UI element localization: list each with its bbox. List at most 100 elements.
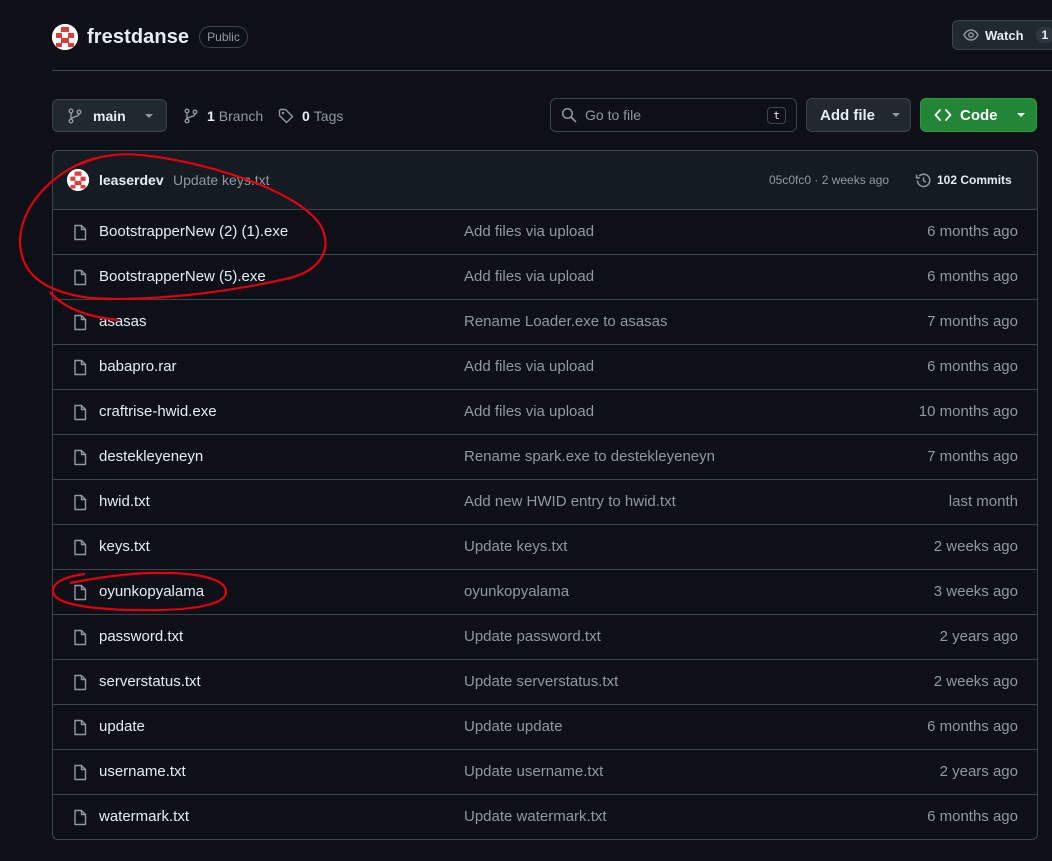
file-commit-time: 7 months ago (927, 448, 1018, 465)
git-branch-icon (67, 108, 83, 124)
file-name-link[interactable]: babapro.rar (99, 358, 177, 375)
file-commit-message[interactable]: Add new HWID entry to hwid.txt (464, 493, 676, 510)
commits-link[interactable]: 102 Commits (915, 172, 1012, 189)
owner-avatar[interactable] (52, 24, 78, 50)
chevron-down-icon (144, 113, 154, 119)
file-name-link[interactable]: BootstrapperNew (2) (1).exe (99, 223, 288, 240)
file-row[interactable]: BootstrapperNew (5).exe Add files via upl… (53, 255, 1037, 300)
file-icon (72, 314, 88, 331)
branch-name: main (93, 107, 126, 124)
go-to-file-input[interactable]: Go to file t (550, 98, 797, 132)
visibility-badge: Public (199, 26, 248, 48)
commit-author[interactable]: leaserdev (99, 172, 164, 188)
file-icon (72, 224, 88, 241)
file-commit-message[interactable]: Add files via upload (464, 223, 594, 240)
file-commit-message[interactable]: Add files via upload (464, 358, 594, 375)
file-row[interactable]: password.txt Update password.txt 2 years a… (53, 615, 1037, 660)
search-placeholder: Go to file (585, 107, 642, 123)
file-name-link[interactable]: password.txt (99, 628, 183, 645)
file-icon (72, 584, 88, 601)
keyboard-shortcut-hint: t (767, 106, 786, 124)
repo-header: frestdanse Public (52, 22, 248, 52)
file-commit-time: 6 months ago (927, 223, 1018, 240)
file-row[interactable]: username.txt Update username.txt 2 years a… (53, 750, 1037, 795)
code-icon (934, 108, 952, 122)
branch-selector-button[interactable]: main (52, 99, 167, 132)
commit-author-avatar[interactable] (67, 169, 89, 191)
file-commit-time: last month (948, 493, 1018, 510)
file-name-link[interactable]: destekleyeneyn (99, 448, 203, 465)
file-commit-message[interactable]: Add files via upload (464, 268, 594, 285)
file-name-link[interactable]: serverstatus.txt (99, 673, 201, 690)
file-table: leaserdev Update keys.txt 05c0fc0 · 2 we… (52, 150, 1038, 840)
file-list: BootstrapperNew (2) (1).exe Add files via… (53, 210, 1037, 839)
file-row[interactable]: oyunkopyalama oyunkopyalama 3 weeks ago (53, 570, 1037, 615)
file-commit-message[interactable]: Update keys.txt (464, 538, 567, 555)
file-icon (72, 269, 88, 286)
file-commit-time: 10 months ago (918, 403, 1018, 420)
watch-label: Watch (985, 27, 1024, 43)
file-commit-time: 2 weeks ago (933, 673, 1018, 690)
file-icon (72, 359, 88, 376)
file-row[interactable]: destekleyeneyn Rename spark.exe to destek… (53, 435, 1037, 480)
file-commit-time: 6 months ago (927, 718, 1018, 735)
file-row[interactable]: hwid.txt Add new HWID entry to hwid.txt la… (53, 480, 1037, 525)
file-name-link[interactable]: watermark.txt (99, 808, 189, 825)
file-commit-message[interactable]: Rename spark.exe to destekleyeneyn (464, 448, 715, 465)
file-commit-message[interactable]: Update username.txt (464, 763, 603, 780)
file-name-link[interactable]: BootstrapperNew (5).exe (99, 268, 266, 285)
search-icon (561, 107, 577, 123)
file-commit-message[interactable]: Update serverstatus.txt (464, 673, 618, 690)
commit-hash-time[interactable]: 05c0fc0 · 2 weeks ago (769, 173, 889, 187)
branches-label: Branch (218, 107, 264, 124)
file-commit-message[interactable]: Update password.txt (464, 628, 601, 645)
file-commit-message[interactable]: Update update (464, 718, 562, 735)
eye-icon (963, 27, 979, 43)
file-icon (72, 809, 88, 826)
commit-message[interactable]: Update keys.txt (173, 172, 270, 188)
branches-link[interactable]: 1 Branch (183, 99, 263, 132)
file-icon (72, 719, 88, 736)
repo-name[interactable]: frestdanse (87, 26, 189, 49)
tags-count: 0 (302, 107, 310, 124)
file-name-link[interactable]: update (99, 718, 145, 735)
file-name-link[interactable]: hwid.txt (99, 493, 150, 510)
file-row[interactable]: watermark.txt Update watermark.txt 6 month… (53, 795, 1037, 839)
watch-count: 1 (1035, 27, 1052, 43)
file-row[interactable]: craftrise-hwid.exe Add files via upload 10… (53, 390, 1037, 435)
file-name-link[interactable]: keys.txt (99, 538, 150, 555)
file-name-link[interactable]: asasas (99, 313, 147, 330)
file-row[interactable]: BootstrapperNew (2) (1).exe Add files via… (53, 210, 1037, 255)
file-row[interactable]: serverstatus.txt Update serverstatus.txt 2… (53, 660, 1037, 705)
file-commit-message[interactable]: Add files via upload (464, 403, 594, 420)
file-row[interactable]: asasas Rename Loader.exe to asasas 7 month… (53, 300, 1037, 345)
file-row[interactable]: babapro.rar Add files via upload 6 months … (53, 345, 1037, 390)
file-commit-message[interactable]: Rename Loader.exe to asasas (464, 313, 667, 330)
header-divider (52, 70, 1052, 71)
file-commit-time: 6 months ago (927, 358, 1018, 375)
file-row[interactable]: keys.txt Update keys.txt 2 weeks ago (53, 525, 1037, 570)
file-commit-time: 7 months ago (927, 313, 1018, 330)
tag-icon (278, 108, 294, 124)
file-name-link[interactable]: craftrise-hwid.exe (99, 403, 217, 420)
code-label: Code (960, 106, 998, 124)
file-commit-time: 3 weeks ago (933, 583, 1018, 600)
file-commit-message[interactable]: Update watermark.txt (464, 808, 607, 825)
file-commit-time: 6 months ago (927, 808, 1018, 825)
branches-count: 1 (207, 107, 215, 124)
file-icon (72, 404, 88, 421)
commits-count: 102 Commits (937, 173, 1012, 187)
file-row[interactable]: update Update update 6 months ago (53, 705, 1037, 750)
file-icon (72, 449, 88, 466)
history-icon (915, 172, 932, 189)
file-commit-time: 2 weeks ago (933, 538, 1018, 555)
git-branch-icon (183, 108, 199, 124)
file-commit-message[interactable]: oyunkopyalama (464, 583, 569, 600)
code-button[interactable]: Code (920, 98, 1037, 132)
file-name-link[interactable]: oyunkopyalama (99, 583, 204, 600)
file-name-link[interactable]: username.txt (99, 763, 186, 780)
watch-button[interactable]: Watch 1 (952, 20, 1052, 50)
tags-link[interactable]: 0 Tags (278, 99, 343, 132)
add-file-button[interactable]: Add file (806, 98, 911, 132)
file-icon (72, 674, 88, 691)
